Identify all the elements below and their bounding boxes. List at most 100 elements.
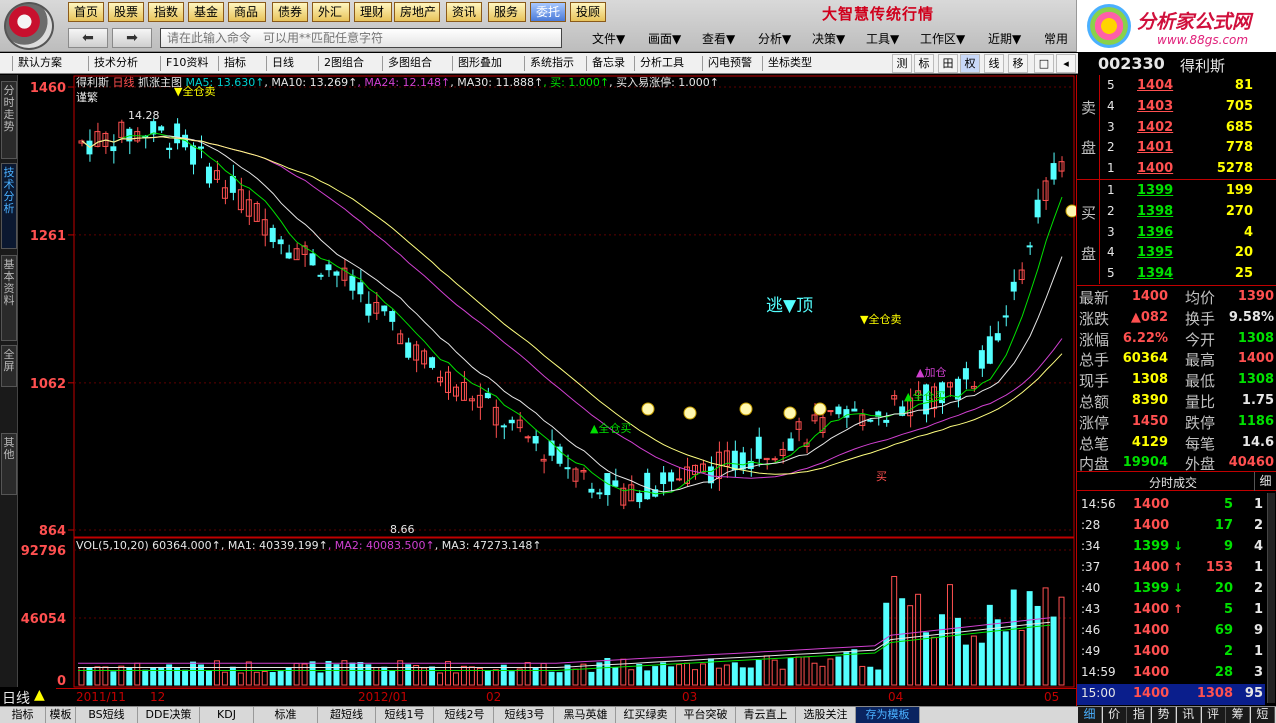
menu-item-6[interactable]: 工作区▼ (920, 30, 965, 47)
toolbar-item-11[interactable]: 闪电预警 (706, 55, 754, 72)
buy-row-2[interactable]: 2 1398 270 (1101, 202, 1275, 223)
quote-row: 现手 1308 最低 1308 (1077, 370, 1276, 391)
left-tab-3[interactable]: 全屏 (1, 345, 17, 387)
toolbar-item-12[interactable]: 坐标类型 (766, 55, 814, 72)
bottom-tab-8[interactable]: 短线2号 (436, 707, 494, 723)
tick-price: 1400 (1133, 665, 1170, 680)
toolbar-item-0[interactable]: 默认方案 (16, 55, 64, 72)
top-button-11[interactable]: 委托 (530, 2, 566, 22)
toolbar-item-8[interactable]: 系统指示 (528, 55, 576, 72)
toolbar-right-1[interactable]: 标 (914, 54, 934, 73)
bottom-tab-1[interactable]: 模板 (46, 707, 76, 723)
back-button[interactable]: ⬅ (68, 28, 108, 48)
bottom-tab-14[interactable]: 选股关注 (796, 707, 856, 723)
right-bottom-tab-1[interactable]: 价 (1102, 707, 1127, 723)
right-bottom-tab-4[interactable]: 讯 (1176, 707, 1201, 723)
right-bottom-tab-2[interactable]: 指 (1127, 707, 1152, 723)
top-button-6[interactable]: 外汇 (312, 2, 350, 22)
left-tab-4[interactable]: 其他 (1, 433, 17, 495)
sell-row-3[interactable]: 3 1402 685 (1101, 118, 1275, 139)
right-bottom-tab-6[interactable]: 筹 (1226, 707, 1251, 723)
toolbar-expand-icon[interactable]: ◂ (1056, 54, 1076, 73)
toolbar-right-4[interactable]: 线 (984, 54, 1004, 73)
left-tab-2[interactable]: 基本资料 (1, 255, 17, 341)
top-button-3[interactable]: 基金 (188, 2, 224, 22)
ticks-scrollbar[interactable] (1267, 493, 1275, 703)
sell-row-5[interactable]: 5 1404 81 (1101, 76, 1275, 97)
top-button-0[interactable]: 首页 (68, 2, 104, 22)
menu-item-5[interactable]: 工具▼ (866, 30, 899, 47)
menu-item-0[interactable]: 文件▼ (592, 30, 625, 47)
buy-row-5[interactable]: 5 1394 25 (1101, 264, 1275, 285)
toolbar-item-2[interactable]: F10资料 (164, 55, 210, 72)
toolbar-item-5[interactable]: 2图组合 (322, 55, 366, 72)
menu-item-4[interactable]: 决策▼ (812, 30, 845, 47)
ticks-detail-button[interactable]: 细 (1254, 472, 1276, 491)
bottom-tab-2[interactable]: BS短线 (76, 707, 138, 723)
price-axis-label: 1062 (30, 377, 66, 392)
top-button-5[interactable]: 债券 (272, 2, 308, 22)
menu-item-2[interactable]: 查看▼ (702, 30, 735, 47)
toolbar-right-0[interactable]: 测 (892, 54, 912, 73)
annotation-buy-all-2: ▲全仓买 (904, 389, 945, 403)
order-level: 5 (1107, 266, 1115, 281)
order-price: 1404 (1137, 78, 1174, 93)
toolbar-item-10[interactable]: 分析工具 (638, 55, 686, 72)
toolbar-right-3[interactable]: 权 (960, 54, 980, 73)
toolbar-right-5[interactable]: 移 (1008, 54, 1028, 73)
bottom-tab-7[interactable]: 短线1号 (376, 707, 434, 723)
sell-row-1[interactable]: 1 1400 5278 (1101, 159, 1275, 180)
top-button-1[interactable]: 股票 (108, 2, 144, 22)
toolbar-window-icon[interactable]: □ (1034, 54, 1054, 73)
candle-body (1034, 199, 1041, 218)
top-button-4[interactable]: 商品 (228, 2, 266, 22)
buy-row-1[interactable]: 1 1399 199 (1101, 181, 1275, 202)
bottom-tab-10[interactable]: 黑马英雄 (556, 707, 616, 723)
left-tab-0[interactable]: 分时走势 (1, 81, 17, 159)
right-bottom-tab-0[interactable]: 细 (1078, 707, 1102, 723)
top-button-10[interactable]: 服务 (488, 2, 526, 22)
top-button-9[interactable]: 资讯 (446, 2, 482, 22)
command-input[interactable] (160, 28, 562, 48)
candle-body (644, 472, 651, 500)
bottom-tab-6[interactable]: 超短线 (318, 707, 376, 723)
menu-item-1[interactable]: 画面▼ (648, 30, 681, 47)
bottom-tab-11[interactable]: 红买绿卖 (616, 707, 676, 723)
order-level: 3 (1107, 224, 1115, 239)
menu-item-7[interactable]: 近期▼ (988, 30, 1021, 47)
toolbar-item-9[interactable]: 备忘录 (590, 55, 627, 72)
toolbar-item-4[interactable]: 日线 (270, 55, 296, 72)
forward-button[interactable]: ➡ (112, 28, 152, 48)
bottom-tab-0[interactable]: 指标 (0, 707, 46, 723)
right-bottom-tab-5[interactable]: 评 (1201, 707, 1226, 723)
top-button-2[interactable]: 指数 (148, 2, 184, 22)
bottom-tab-15[interactable]: 存为模板 (856, 707, 920, 723)
toolbar-item-7[interactable]: 图形叠加 (456, 55, 504, 72)
bottom-tab-4[interactable]: KDJ (200, 707, 254, 723)
right-bottom-tab-7[interactable]: 短 (1250, 707, 1275, 723)
left-tab-1[interactable]: 技术分析 (1, 163, 17, 249)
buy-row-4[interactable]: 4 1395 20 (1101, 243, 1275, 264)
toolbar-right-2[interactable]: 田 (938, 54, 958, 73)
buy-row-3[interactable]: 3 1396 4 (1101, 223, 1275, 244)
top-button-12[interactable]: 投顾 (570, 2, 606, 22)
top-button-8[interactable]: 房地产 (394, 2, 440, 22)
bottom-tab-9[interactable]: 短线3号 (496, 707, 554, 723)
top-button-7[interactable]: 理财 (354, 2, 392, 22)
bottom-tab-5[interactable]: 标准 (254, 707, 318, 723)
quote-value: 8390 (1131, 393, 1168, 408)
bottom-tab-12[interactable]: 平台突破 (676, 707, 736, 723)
bottom-tab-13[interactable]: 青云直上 (736, 707, 796, 723)
toolbar-item-3[interactable]: 指标 (222, 55, 248, 72)
tick-time: 14:59 (1081, 665, 1116, 679)
sell-row-4[interactable]: 4 1403 705 (1101, 97, 1275, 118)
toolbar-item-1[interactable]: 技术分析 (92, 55, 140, 72)
period-triangle-icon[interactable]: ▲ (34, 687, 45, 703)
menu-item-3[interactable]: 分析▼ (758, 30, 791, 47)
kline-chart[interactable]: 1460 1261 1062 864 92796 46054 0 得利斯 日线 抓涨主图 MA… (18, 75, 1076, 688)
menu-item-8[interactable]: 常用 (1044, 30, 1068, 47)
sell-row-2[interactable]: 2 1401 778 (1101, 138, 1275, 159)
right-bottom-tab-3[interactable]: 势 (1152, 707, 1177, 723)
toolbar-item-6[interactable]: 多图组合 (386, 55, 434, 72)
bottom-tab-3[interactable]: DDE决策 (138, 707, 200, 723)
